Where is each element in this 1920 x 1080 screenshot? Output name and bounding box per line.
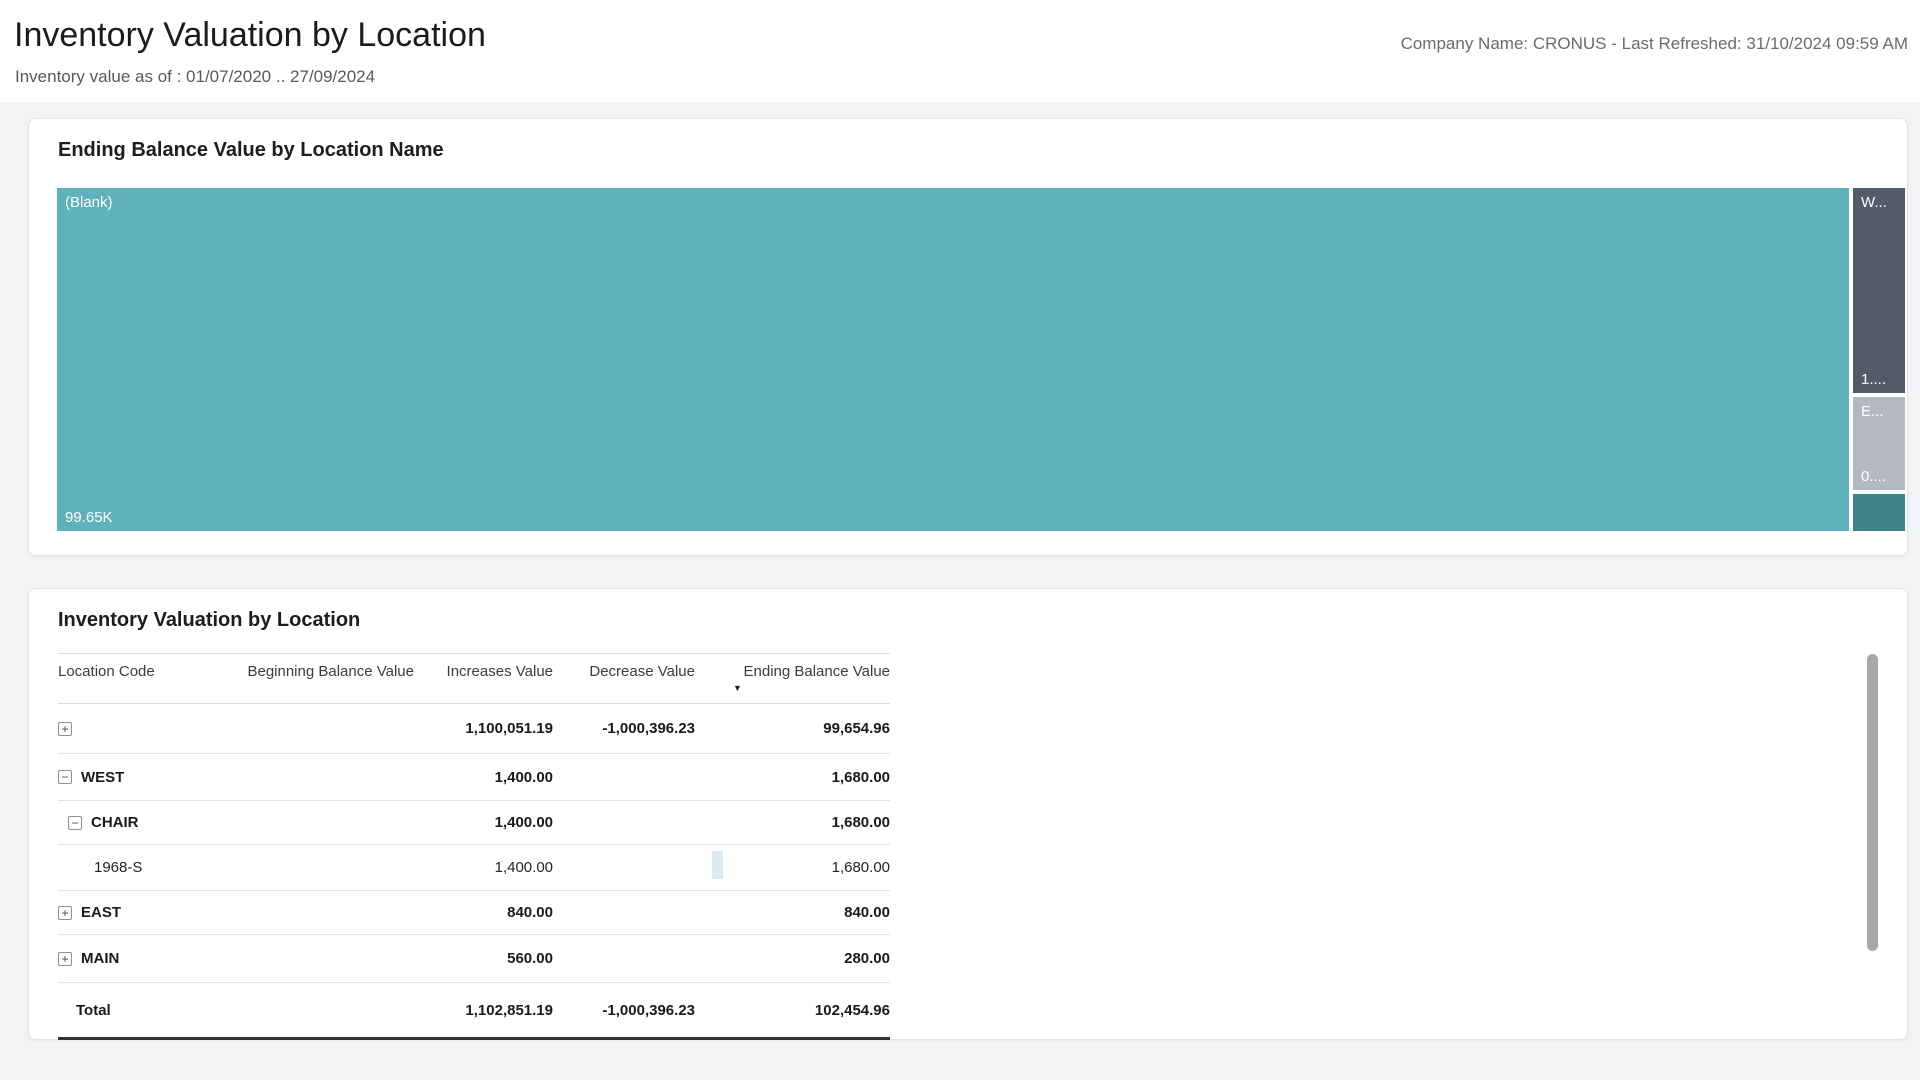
report-header: Inventory Valuation by Location Inventor…	[0, 0, 1920, 102]
table-row[interactable]: − WEST 1,400.00 1,680.00	[58, 754, 890, 801]
page-title: Inventory Valuation by Location	[14, 16, 486, 55]
location-label: CHAIR	[91, 814, 139, 831]
increases-total[interactable]: 1,102,851.19	[414, 1002, 553, 1019]
ending-balance-cell[interactable]: 1,680.00	[695, 814, 890, 831]
increases-cell[interactable]: 840.00	[414, 904, 553, 921]
total-label: Total	[58, 1002, 233, 1019]
treemap-block-blank[interactable]: (Blank) 99.65K	[57, 188, 1849, 531]
decrease-cell[interactable]: -1,000,396.23	[553, 720, 695, 737]
location-label: EAST	[81, 904, 121, 921]
ending-balance-cell[interactable]: 280.00	[695, 950, 890, 967]
treemap-block-value: 99.65K	[65, 509, 113, 526]
expand-icon[interactable]: +	[58, 906, 72, 920]
table-row[interactable]: + MAIN 560.00 280.00	[58, 935, 890, 983]
company-refresh-info: Company Name: CRONUS - Last Refreshed: 3…	[1401, 34, 1908, 54]
collapse-icon[interactable]: −	[58, 770, 72, 784]
increases-cell[interactable]: 560.00	[414, 950, 553, 967]
ending-balance-cell[interactable]: 840.00	[695, 904, 890, 921]
sort-descending-icon: ▼	[733, 684, 742, 693]
table-row[interactable]: 1968-S 1,400.00 1,680.00	[58, 845, 890, 891]
treemap-title: Ending Balance Value by Location Name	[58, 139, 444, 162]
increases-cell[interactable]: 1,400.00	[414, 859, 553, 876]
column-header-label: Ending Balance Value	[744, 663, 891, 680]
column-header-ending-balance[interactable]: Ending Balance Value ▼	[695, 654, 890, 703]
cell-highlight	[712, 851, 723, 879]
ending-balance-cell[interactable]: 99,654.96	[695, 720, 890, 737]
matrix-table: Location Code Beginning Balance Value In…	[58, 653, 890, 1040]
treemap-block-label: (Blank)	[65, 194, 113, 211]
treemap-block-value: 1....	[1861, 371, 1886, 388]
page-subtitle: Inventory value as of : 01/07/2020 .. 27…	[15, 67, 375, 87]
total-row[interactable]: Total 1,102,851.19 -1,000,396.23 102,454…	[58, 983, 890, 1040]
increases-cell[interactable]: 1,400.00	[414, 769, 553, 786]
table-row[interactable]: + 1,100,051.19 -1,000,396.23 99,654.96	[58, 704, 890, 754]
matrix-title: Inventory Valuation by Location	[58, 609, 360, 632]
ending-balance-cell[interactable]: 1,680.00	[695, 859, 890, 876]
expand-icon[interactable]: +	[58, 722, 72, 736]
treemap-block-west[interactable]: W... 1....	[1853, 188, 1905, 393]
location-label: MAIN	[81, 950, 119, 967]
column-header-beginning-balance[interactable]: Beginning Balance Value	[233, 654, 414, 703]
expand-icon[interactable]: +	[58, 952, 72, 966]
increases-cell[interactable]: 1,400.00	[414, 814, 553, 831]
vertical-scrollbar-thumb[interactable]	[1867, 654, 1878, 951]
item-label: 1968-S	[94, 859, 142, 876]
table-row[interactable]: − CHAIR 1,400.00 1,680.00	[58, 801, 890, 845]
treemap-block-value: 0....	[1861, 468, 1886, 485]
treemap-chart: (Blank) 99.65K W... 1.... E... 0....	[57, 188, 1905, 531]
increases-cell[interactable]: 1,100,051.19	[414, 720, 553, 737]
treemap-block-main[interactable]	[1853, 494, 1905, 531]
matrix-header-row: Location Code Beginning Balance Value In…	[58, 654, 890, 704]
column-header-increases[interactable]: Increases Value	[414, 654, 553, 703]
location-label: WEST	[81, 769, 124, 786]
decrease-total[interactable]: -1,000,396.23	[553, 1002, 695, 1019]
collapse-icon[interactable]: −	[68, 816, 82, 830]
treemap-block-label: W...	[1861, 194, 1887, 211]
ending-balance-cell[interactable]: 1,680.00	[695, 769, 890, 786]
table-row[interactable]: + EAST 840.00 840.00	[58, 891, 890, 935]
treemap-block-east[interactable]: E... 0....	[1853, 397, 1905, 490]
ending-balance-total[interactable]: 102,454.96	[695, 1002, 890, 1019]
report-page: Inventory Valuation by Location Inventor…	[0, 0, 1920, 1080]
column-header-decrease[interactable]: Decrease Value	[553, 654, 695, 703]
treemap-card: Ending Balance Value by Location Name (B…	[28, 118, 1908, 556]
column-header-location-code[interactable]: Location Code	[58, 654, 233, 703]
treemap-block-label: E...	[1861, 403, 1884, 420]
matrix-card: Inventory Valuation by Location Location…	[28, 588, 1908, 1040]
